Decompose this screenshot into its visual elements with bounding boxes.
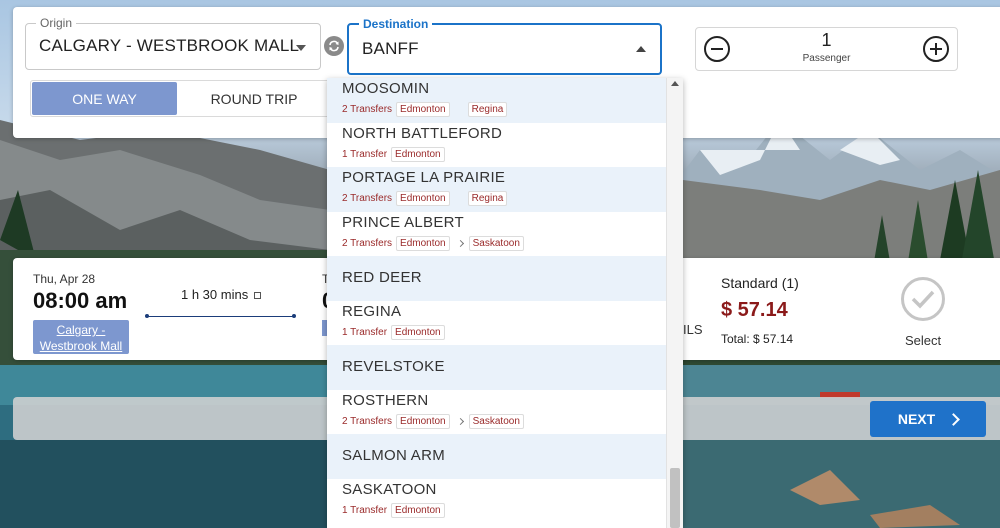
departure-station-link[interactable]: Calgary - Westbrook Mall (33, 320, 129, 354)
transfer-city-tag: Edmonton (391, 324, 445, 340)
check-circle-icon (911, 290, 935, 309)
departure-time: 08:00 am (33, 288, 128, 313)
transfer-info: 1 Transfer Edmonton (342, 324, 449, 340)
chevron-down-icon (296, 45, 306, 51)
origin-label: Origin (36, 16, 77, 30)
details-clipped-text[interactable]: ILS (683, 322, 703, 337)
origin-select[interactable]: Origin CALGARY - WESTBROOK MALL (25, 16, 321, 70)
transfer-count: 2 Transfers (342, 193, 393, 204)
destination-option-name: NORTH BATTLEFORD (342, 124, 503, 142)
select-fare-button[interactable] (901, 277, 945, 321)
next-button[interactable]: NEXT (870, 401, 986, 437)
destination-option[interactable]: PRINCE ALBERT 2 Transfers Edmonton Saskatoo… (327, 212, 666, 257)
transfer-count: 1 Transfer (342, 504, 388, 516)
transfer-count: 1 Transfer (342, 326, 388, 338)
select-label: Select (905, 333, 942, 348)
destination-option[interactable]: ROSTHERN 2 Transfers Edmonton Saskatoon (327, 390, 666, 435)
destination-option-name: RED DEER (342, 269, 422, 286)
destination-option-name: REGINA (342, 302, 402, 320)
round-trip-button[interactable]: ROUND TRIP (179, 82, 329, 115)
transfer-city-tag: Regina (467, 191, 508, 206)
duration-text: 1 h 30 mins (181, 287, 249, 302)
destination-option-name: PRINCE ALBERT (342, 213, 464, 231)
next-label: NEXT (897, 411, 936, 427)
passenger-label: Passenger (802, 53, 851, 64)
destination-option-name: MOOSOMIN (342, 80, 430, 97)
chevron-up-icon (636, 46, 646, 52)
destination-value: BANFF (362, 39, 419, 58)
transfer-city-tag: Edmonton (396, 235, 450, 251)
destination-dropdown: MOOSOMIN 2 Transfers Edmonton Regina NORTH B… (327, 78, 683, 528)
transfer-city-tag: Saskatoon (468, 235, 524, 251)
origin-value: CALGARY - WESTBROOK MALL (39, 36, 300, 55)
dropdown-scrollbar[interactable] (666, 78, 683, 528)
duration-line (145, 314, 296, 318)
destination-option-name: REVELSTOKE (342, 358, 445, 375)
transfer-city-tag: Edmonton (391, 502, 445, 518)
trip-duration[interactable]: 1 h 30 mins (181, 287, 262, 302)
destination-option-name: SALMON ARM (342, 447, 446, 464)
fare-total: Total: $ 57.14 (721, 332, 794, 346)
transfer-info: 2 Transfers Edmonton Regina (342, 191, 511, 206)
transfer-info: 2 Transfers Edmonton Saskatoon (342, 235, 528, 251)
departure-date: Thu, Apr 28 (33, 272, 96, 286)
one-way-button[interactable]: ONE WAY (32, 82, 177, 115)
chevron-right-icon (456, 239, 464, 247)
external-link-icon (254, 292, 262, 300)
destination-option[interactable]: SASKATOON 1 Transfer Edmonton (327, 479, 666, 524)
transfer-city-tag: Edmonton (391, 146, 445, 162)
chevron-right-icon (947, 412, 961, 426)
transfer-info: 2 Transfers Edmonton Regina (342, 102, 511, 117)
transfer-count: 1 Transfer (342, 148, 388, 160)
destination-options-list: MOOSOMIN 2 Transfers Edmonton Regina NORTH B… (327, 78, 666, 523)
scroll-up-icon[interactable] (671, 81, 679, 86)
plus-passenger-button[interactable] (923, 36, 949, 62)
destination-option[interactable]: NORTH BATTLEFORD 1 Transfer Edmonton (327, 123, 666, 168)
swap-icon (329, 40, 339, 52)
passenger-count: 1 (821, 30, 832, 50)
destination-option[interactable]: SALMON ARM (327, 434, 666, 479)
transfer-count: 2 Transfers (342, 104, 393, 115)
destination-option-name: PORTAGE LA PRAIRIE (342, 169, 506, 186)
destination-select[interactable]: Destination BANFF (347, 17, 662, 75)
destination-option[interactable]: REGINA 1 Transfer Edmonton (327, 301, 666, 346)
destination-option[interactable]: PORTAGE LA PRAIRIE 2 Transfers Edmonton Reg… (327, 167, 666, 212)
trip-type-toggle: ONE WAY ROUND TRIP (30, 80, 334, 117)
transfer-info: 1 Transfer Edmonton (342, 146, 449, 162)
transfer-info: 1 Transfer Edmonton (342, 502, 449, 518)
destination-option[interactable]: MOOSOMIN 2 Transfers Edmonton Regina (327, 78, 666, 123)
scroll-thumb[interactable] (670, 468, 680, 528)
chevron-right-icon (456, 417, 464, 425)
fare-name: Standard (1) (721, 275, 799, 291)
swap-button[interactable] (324, 36, 344, 56)
transfer-city-tag: Saskatoon (468, 413, 524, 429)
transfer-city-tag: Edmonton (396, 102, 450, 117)
destination-option-name: ROSTHERN (342, 391, 429, 409)
transfer-city-tag: Edmonton (396, 191, 450, 206)
destination-option[interactable]: RED DEER (327, 256, 666, 301)
transfer-info: 2 Transfers Edmonton Saskatoon (342, 413, 528, 429)
transfer-city-tag: Regina (467, 102, 508, 117)
passenger-stepper: 1 Passenger (695, 27, 958, 71)
transfer-city-tag: Edmonton (396, 413, 450, 429)
destination-option[interactable]: REVELSTOKE (327, 345, 666, 390)
transfer-count: 2 Transfers (342, 415, 393, 427)
transfer-count: 2 Transfers (342, 237, 393, 249)
fare-price: $ 57.14 (721, 299, 788, 321)
destination-label: Destination (359, 17, 433, 31)
destination-option-name: SASKATOON (342, 480, 437, 498)
